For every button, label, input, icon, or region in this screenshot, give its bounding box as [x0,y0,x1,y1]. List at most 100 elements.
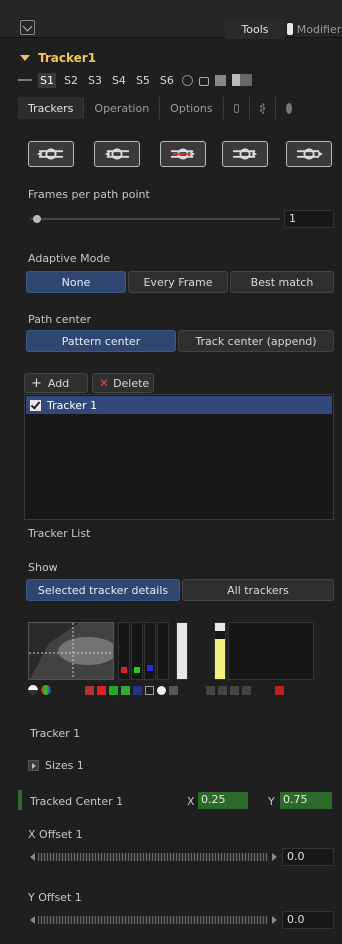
alpha-channel-icon[interactable] [145,685,154,695]
pin-icon[interactable] [18,79,32,81]
selected-tracker-details-button[interactable]: Selected tracker details [26,579,180,601]
add-tracker-button[interactable]: + Add [24,373,88,393]
close-icon[interactable] [275,685,284,695]
slot-s5[interactable]: S5 [134,73,152,88]
plus-icon: + [31,375,42,391]
preview-tracker-name: Tracker 1 [30,727,81,740]
slot-s2[interactable]: S2 [62,73,80,88]
help-icon[interactable] [169,685,178,695]
chevron-down-icon[interactable] [20,55,30,61]
all-trackers-button[interactable]: All trackers [182,579,334,601]
luma-bar [176,622,188,680]
expand-icon[interactable] [28,760,39,771]
x-offset-input[interactable]: 0.0 [282,848,334,866]
show-label: Show [28,561,58,574]
panel-header: Tools Modifiers [0,0,342,39]
channel-red-bar [118,622,130,680]
info-icon [285,102,292,114]
go-end-icon[interactable] [230,685,239,695]
tab-trackers[interactable]: Trackers [18,97,85,119]
add-tracker-label: Add [47,376,70,390]
slot-s3[interactable]: S3 [86,73,104,88]
y-offset-input[interactable]: 0.0 [282,911,334,929]
slot-s6[interactable]: S6 [158,73,176,88]
blue-channel-icon[interactable] [121,685,130,695]
tab-modifiers[interactable]: Modifiers [287,19,342,39]
x-offset-thumbwheel[interactable] [38,853,268,861]
tracker-list[interactable]: Tracker 1 [24,394,334,520]
pattern-thumbnail [28,622,114,680]
tool-title-row[interactable]: Tracker1 [20,48,96,68]
tab-settings[interactable] [224,97,250,119]
play-icon[interactable] [218,685,227,695]
adaptive-best-match-button[interactable]: Best match [230,271,334,293]
list-item[interactable]: Tracker 1 [26,396,332,414]
track-reverse-button[interactable] [94,141,140,167]
gear-icon [259,102,265,114]
adaptive-every-frame-button[interactable]: Every Frame [128,271,228,293]
pattern-center-button[interactable]: Pattern center [26,330,176,352]
tracked-center-x-label: X [187,795,195,808]
frames-per-path-slider[interactable] [30,218,280,220]
panel-toggle-icon[interactable] [20,20,35,35]
x-offset-label: X Offset 1 [28,828,83,841]
save-icon[interactable] [214,74,226,86]
slot-s4[interactable]: S4 [110,73,128,88]
tab-modifiers-label: Modifiers [296,22,342,36]
tab-tools[interactable]: Tools [225,19,285,39]
tracked-center-y-input[interactable]: 0.75 [280,792,332,809]
y-offset-increase-icon[interactable] [272,916,277,924]
pattern-view-icon[interactable] [28,685,38,695]
x-offset-decrease-icon[interactable] [30,853,35,861]
tracked-center-y-label: Y [268,795,275,808]
match-bar [214,622,226,680]
y-offset-thumbwheel[interactable] [38,916,268,924]
sizes-group[interactable]: Sizes 1 [28,759,84,772]
red-channel-icon[interactable] [85,685,94,695]
delete-tracker-button[interactable]: ✕ Delete [92,373,154,393]
x-offset-increase-icon[interactable] [272,853,277,861]
loop-icon[interactable] [242,685,251,695]
path-center-label: Path center [28,313,92,326]
disable-icon[interactable] [181,74,193,86]
channel-green-bar [131,622,143,680]
camera-icon [233,103,239,113]
sizes-label: Sizes 1 [45,759,84,772]
green-channel-icon[interactable] [109,685,118,695]
y-offset-decrease-icon[interactable] [30,916,35,924]
track-center-append-button[interactable]: Track center (append) [178,330,334,352]
tracked-center-x-input[interactable]: 0.25 [198,792,248,809]
luma-icon[interactable] [157,685,166,695]
delete-tracker-label: Delete [113,376,150,390]
frames-per-path-label: Frames per path point [28,188,150,201]
adaptive-none-button[interactable]: None [26,271,126,293]
tab-info[interactable] [276,97,302,119]
color-swatch-icon[interactable] [231,74,252,86]
frames-per-path-handle[interactable] [33,215,41,223]
tab-operation[interactable]: Operation [84,97,161,119]
red-selected-icon[interactable] [97,685,106,695]
adaptive-mode-label: Adaptive Mode [28,252,111,265]
track-forward-button[interactable] [222,141,268,167]
tab-options[interactable]: Options [160,97,224,119]
tracker-name: Tracker 1 [47,398,98,412]
track-forward-from-start-button[interactable] [286,141,332,167]
tool-title: Tracker1 [38,51,97,65]
lock-icon[interactable] [198,77,209,86]
tracker-enabled-checkbox[interactable] [30,399,41,411]
frames-per-path-input[interactable]: 1 [284,210,334,228]
tracked-center-label: Tracked Center 1 [30,795,124,808]
delete-icon: ✕ [99,376,110,390]
tab-gear[interactable] [250,97,276,119]
match-graph [228,622,314,680]
tool-subtabs: Trackers Operation Options [18,96,338,120]
go-start-icon[interactable] [206,685,215,695]
y-offset-label: Y Offset 1 [28,891,82,904]
slot-s1[interactable]: S1 [38,72,56,88]
stop-tracking-button[interactable] [160,141,206,167]
keyframe-indicator [18,790,22,810]
track-reverse-from-end-button[interactable] [28,141,74,167]
blue-selected-icon[interactable] [133,685,142,695]
tracker-preview [28,622,314,702]
rgb-view-icon[interactable] [41,685,51,695]
